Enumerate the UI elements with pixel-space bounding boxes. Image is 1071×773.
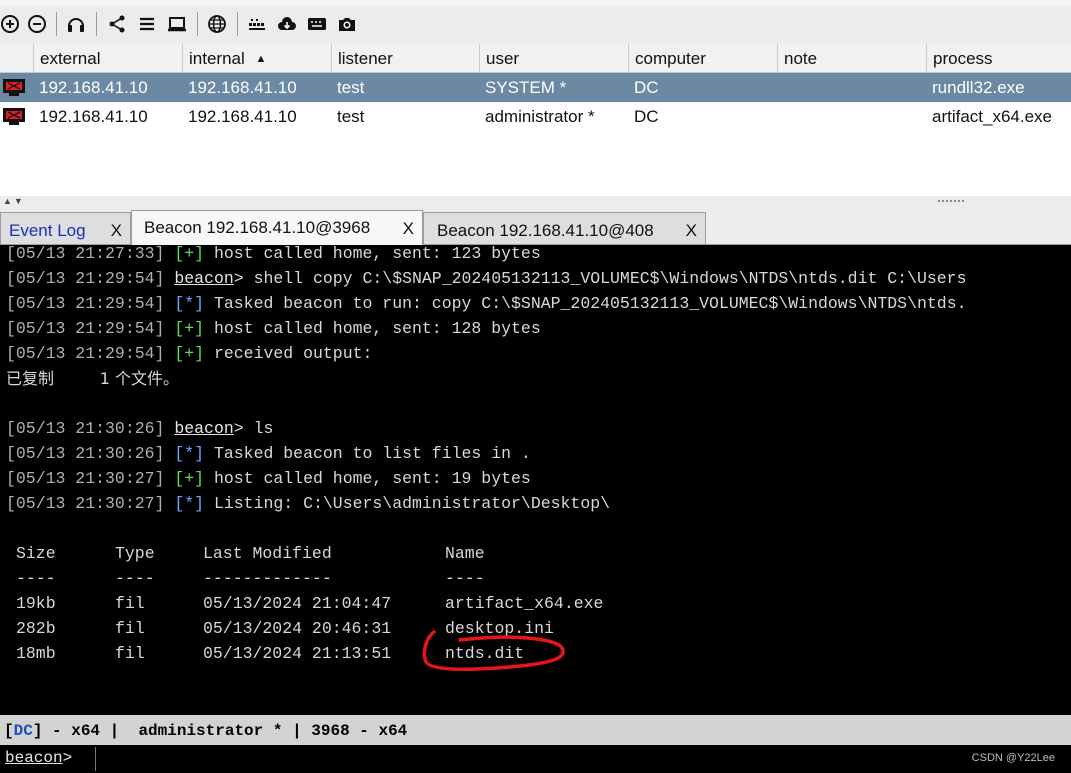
pane-splitter[interactable]: ▲▼ (0, 196, 1071, 210)
listing-type: fil (115, 619, 145, 638)
camera-icon[interactable] (337, 14, 357, 34)
cell-computer: DC (634, 107, 659, 126)
splitter-grip[interactable] (938, 200, 964, 204)
listing-separator: ---- (115, 569, 155, 588)
listing-separator: ---- (445, 569, 485, 588)
prompt-label: beacon> (5, 749, 73, 767)
cell-note (777, 73, 783, 102)
cell-external: 192.168.41.10 (39, 78, 148, 97)
column-header-listener[interactable]: listener (331, 44, 479, 72)
close-icon[interactable]: X (686, 221, 697, 241)
listing-separator: ------------- (203, 569, 332, 588)
console-line: [05/13 21:29:54] [+] received output: (6, 344, 373, 363)
tab-label: Beacon 192.168.41.10@408 (437, 221, 654, 240)
toolbar-separator (96, 12, 97, 36)
globe-icon[interactable] (207, 14, 227, 34)
zoom-in-icon[interactable] (0, 14, 20, 34)
console-line: [05/13 21:29:54] beacon> shell copy C:\$… (6, 269, 967, 288)
tab-beacon-408[interactable]: Beacon 192.168.41.10@408 X (423, 212, 706, 244)
console-line: [05/13 21:30:27] [*] Listing: C:\Users\a… (6, 494, 611, 513)
status-bar: [DC] - x64 | administrator * | 3968 - x6… (0, 715, 1071, 745)
cell-note (777, 102, 783, 131)
toolbar-separator (197, 12, 198, 36)
beacon-console[interactable]: [05/13 21:27:33] [+] host called home, s… (0, 245, 1071, 715)
toolbar-separator (237, 12, 238, 36)
listing-filename: artifact_x64.exe (445, 594, 604, 613)
listing-header-type: Type (115, 544, 155, 563)
command-prompt: beacon> CSDN @Y22Lee (0, 745, 1071, 773)
column-header-computer[interactable]: computer (628, 44, 777, 72)
listing-header-modified: Last Modified (203, 544, 332, 563)
cell-listener: test (337, 107, 365, 126)
icon-column-header[interactable] (0, 44, 33, 72)
cell-user: administrator * (485, 107, 595, 126)
red-highlight-annotation (422, 630, 565, 671)
table-header: external internal ▲ listener user comput… (0, 44, 1071, 73)
cloud-download-icon[interactable] (277, 14, 297, 34)
cell-computer: DC (634, 78, 659, 97)
beacon-session-icon (3, 108, 25, 125)
listing-separator: ---- (16, 569, 56, 588)
cell-process: artifact_x64.exe (932, 107, 1053, 126)
list-icon[interactable] (137, 14, 157, 34)
cell-internal: 192.168.41.10 (188, 107, 297, 126)
console-line: [05/13 21:30:27] [+] host called home, s… (6, 469, 531, 488)
toolbar (0, 0, 1071, 45)
tab-beacon-3968[interactable]: Beacon 192.168.41.10@3968 X (131, 210, 423, 245)
keyboard-icon[interactable] (307, 14, 327, 34)
beacon-session-icon (3, 79, 25, 96)
listing-header-name: Name (445, 544, 485, 563)
command-input[interactable] (95, 747, 96, 771)
console-line: [05/13 21:30:26] beacon> ls (6, 419, 274, 438)
tab-event-log[interactable]: Event Log X (0, 212, 131, 244)
listing-size: 18mb (16, 644, 56, 663)
zoom-out-icon[interactable] (27, 14, 47, 34)
toolbar-top-edge (0, 0, 1071, 6)
tab-label: Event Log (9, 221, 86, 240)
listing-size: 19kb (16, 594, 56, 613)
column-header-external[interactable]: external (33, 44, 182, 72)
listing-modified: 05/13/2024 21:04:47 (203, 594, 392, 613)
listing-header-size: Size (16, 544, 56, 563)
console-line: [05/13 21:29:54] [*] Tasked beacon to ru… (6, 294, 967, 313)
column-header-user[interactable]: user (479, 44, 628, 72)
beacon-table: external internal ▲ listener user comput… (0, 44, 1071, 197)
headphones-icon[interactable] (66, 14, 86, 34)
column-header-note[interactable]: note (777, 44, 926, 72)
collapse-arrows-icon[interactable]: ▲▼ (3, 196, 25, 206)
listing-type: fil (115, 644, 145, 663)
tab-label: Beacon 192.168.41.10@3968 (144, 218, 371, 237)
toolbar-separator (56, 12, 57, 36)
close-icon[interactable]: X (403, 219, 414, 239)
listing-type: fil (115, 594, 145, 613)
table-row[interactable]: 192.168.41.10 192.168.41.10 test adminis… (0, 102, 1071, 131)
cell-external: 192.168.41.10 (39, 107, 148, 126)
close-icon[interactable]: X (111, 221, 122, 241)
console-line: [05/13 21:30:26] [*] Tasked beacon to li… (6, 444, 531, 463)
listing-modified: 05/13/2024 20:46:31 (203, 619, 392, 638)
cell-listener: test (337, 78, 365, 97)
status-text: [DC] - x64 | administrator * | 3968 - x6… (4, 722, 408, 740)
watermark: CSDN @Y22Lee (971, 752, 1055, 764)
console-line: [05/13 21:27:33] [+] host called home, s… (6, 245, 541, 263)
console-line: [05/13 21:29:54] [+] host called home, s… (6, 319, 541, 338)
console-output-line: 已复制 1 个文件。 (6, 369, 180, 388)
listing-size: 282b (16, 619, 56, 638)
share-icon[interactable] (107, 14, 127, 34)
table-row[interactable]: 192.168.41.10 192.168.41.10 test SYSTEM … (0, 73, 1071, 102)
cell-process: rundll32.exe (932, 78, 1025, 97)
column-header-process[interactable]: process (926, 44, 1071, 72)
tab-bar: Event Log X Beacon 192.168.41.10@3968 X … (0, 210, 1071, 245)
listing-modified: 05/13/2024 21:13:51 (203, 644, 392, 663)
keylog-icon[interactable] (247, 14, 267, 34)
monitor-icon[interactable] (167, 14, 187, 34)
column-header-internal[interactable]: internal ▲ (182, 44, 331, 72)
sort-ascending-icon: ▲ (255, 53, 267, 65)
cell-internal: 192.168.41.10 (188, 78, 297, 97)
cell-user: SYSTEM * (485, 78, 567, 97)
